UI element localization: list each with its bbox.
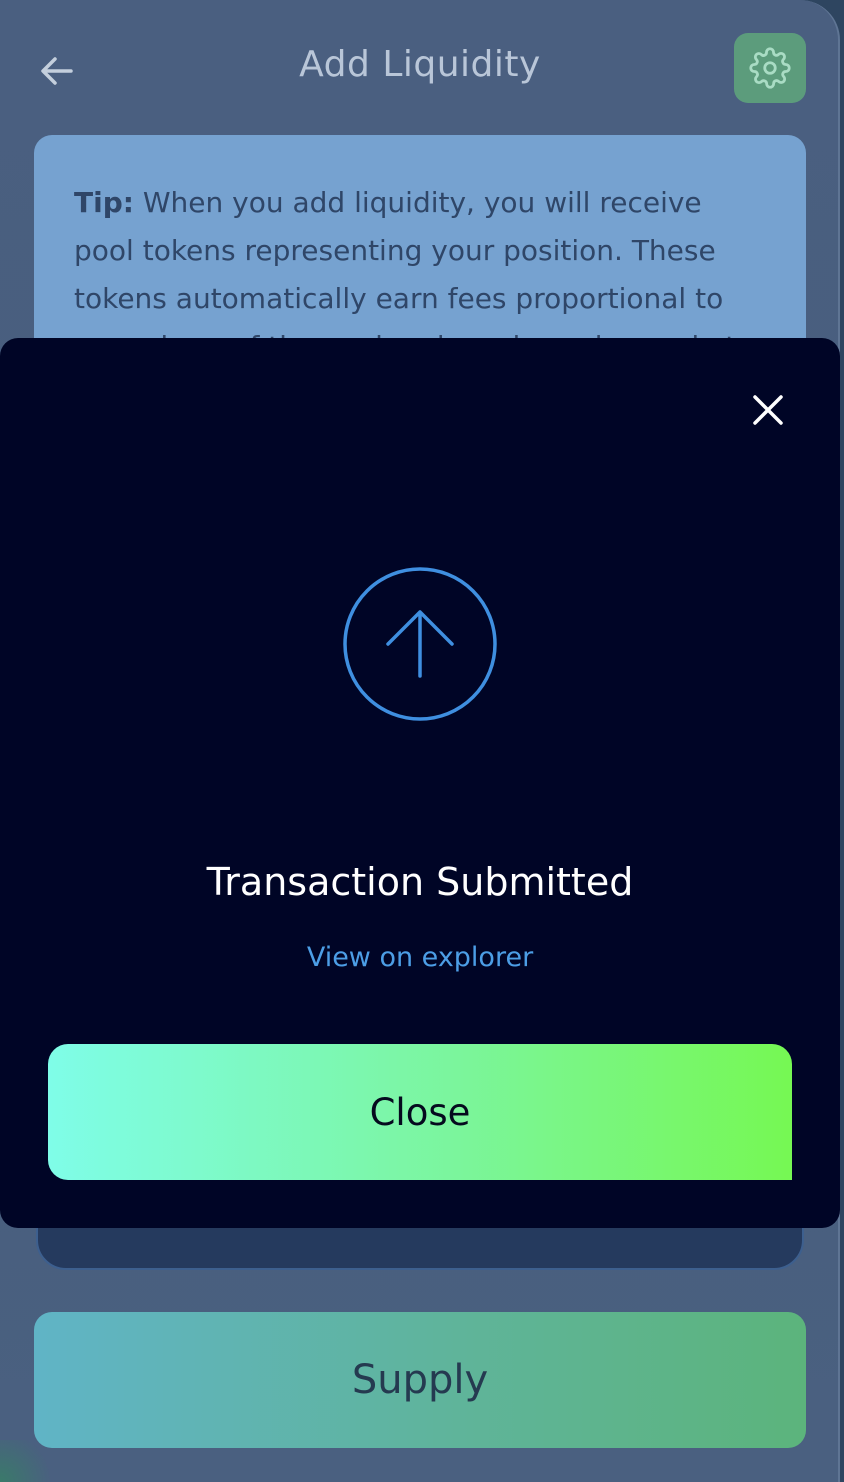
modal-close-button[interactable] bbox=[746, 388, 790, 432]
close-button[interactable]: Close bbox=[48, 1044, 792, 1180]
view-on-explorer-link[interactable]: View on explorer bbox=[0, 942, 840, 973]
background-decoration bbox=[0, 1440, 60, 1482]
close-icon bbox=[753, 395, 783, 425]
gear-icon bbox=[749, 47, 791, 89]
settings-button[interactable] bbox=[734, 33, 806, 103]
page-header: Add Liquidity bbox=[0, 30, 838, 110]
page-title: Add Liquidity bbox=[299, 44, 541, 85]
tip-label: Tip: bbox=[74, 186, 134, 219]
supply-button[interactable]: Supply bbox=[34, 1312, 806, 1448]
modal-title: Transaction Submitted bbox=[206, 860, 634, 904]
arrow-up-circle-icon bbox=[343, 567, 497, 721]
